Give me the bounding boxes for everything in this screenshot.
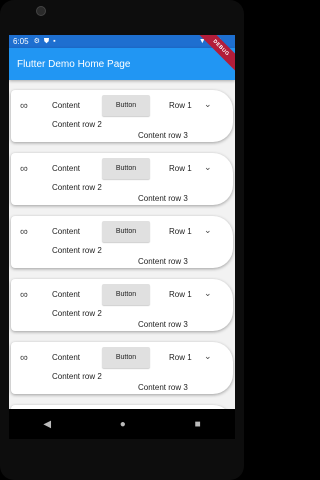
link-icon: ∞ bbox=[20, 352, 28, 364]
list-item: ∞ Content Button Row 1 ⌄ Content row 2 C… bbox=[11, 342, 233, 394]
status-time: 6:05 bbox=[13, 37, 29, 46]
screen: 6:05 ⚙ ⛊ ▪ ▼ ◢ ▮ Flutter Demo Home Page … bbox=[9, 35, 235, 409]
row1-label: Row 1 bbox=[169, 290, 192, 299]
phone-frame: 6:05 ⚙ ⛊ ▪ ▼ ◢ ▮ Flutter Demo Home Page … bbox=[0, 0, 244, 480]
content-label: Content bbox=[52, 101, 81, 110]
list-item: ∞ Content Button Row 1 ⌄ Content row 2 C… bbox=[11, 279, 233, 331]
content-row-2: Content row 2 bbox=[52, 309, 102, 318]
link-icon: ∞ bbox=[20, 100, 28, 112]
row1-label: Row 1 bbox=[169, 227, 192, 236]
card-button[interactable]: Button bbox=[102, 284, 150, 305]
chevron-down-icon[interactable]: ⌄ bbox=[204, 99, 212, 110]
row1-label: Row 1 bbox=[169, 353, 192, 362]
chevron-down-icon[interactable]: ⌄ bbox=[204, 162, 212, 173]
link-icon: ∞ bbox=[20, 226, 28, 238]
link-icon: ∞ bbox=[20, 289, 28, 301]
content-row-3: Content row 3 bbox=[138, 131, 188, 140]
content-row-2: Content row 2 bbox=[52, 120, 102, 129]
chevron-down-icon[interactable]: ⌄ bbox=[204, 288, 212, 299]
content-row-2: Content row 2 bbox=[52, 246, 102, 255]
row1-label: Row 1 bbox=[169, 101, 192, 110]
row1-label: Row 1 bbox=[169, 164, 192, 173]
link-icon: ∞ bbox=[20, 163, 28, 175]
content-label: Content bbox=[52, 227, 81, 236]
content-label: Content bbox=[52, 164, 81, 173]
shield-icon: ⛊ bbox=[43, 37, 50, 45]
card-button[interactable]: Button bbox=[102, 158, 150, 179]
content-row-3: Content row 3 bbox=[138, 194, 188, 203]
home-icon[interactable]: ● bbox=[120, 419, 126, 430]
app-bar: Flutter Demo Home Page DEBUG bbox=[9, 35, 235, 80]
content-row-2: Content row 2 bbox=[52, 183, 102, 192]
card-button[interactable]: Button bbox=[102, 221, 150, 242]
recents-icon[interactable]: ■ bbox=[195, 419, 201, 430]
content-row-3: Content row 3 bbox=[138, 257, 188, 266]
gear-icon: ⚙ bbox=[33, 37, 40, 45]
list-item: ∞ Content Button Row 1 ⌄ Content row 2 C… bbox=[11, 153, 233, 205]
content-label: Content bbox=[52, 353, 81, 362]
list-item: ∞ Content Button Row 1 ⌄ Content row 2 C… bbox=[11, 90, 233, 142]
card-button[interactable]: Button bbox=[102, 347, 150, 368]
back-icon[interactable]: ◀ bbox=[43, 419, 51, 430]
front-camera bbox=[36, 6, 46, 16]
navigation-bar: ◀ ● ■ bbox=[9, 409, 235, 439]
list-item: ∞ Content Button Row 1 ⌄ Content row 2 C… bbox=[11, 216, 233, 268]
content-row-3: Content row 3 bbox=[138, 320, 188, 329]
content-row-3: Content row 3 bbox=[138, 383, 188, 392]
page-title: Flutter Demo Home Page bbox=[17, 58, 131, 70]
card-button[interactable]: Button bbox=[102, 95, 150, 116]
chevron-down-icon[interactable]: ⌄ bbox=[204, 225, 212, 236]
content-row-2: Content row 2 bbox=[52, 372, 102, 381]
chevron-down-icon[interactable]: ⌄ bbox=[204, 351, 212, 362]
sd-card-icon: ▪ bbox=[53, 37, 56, 45]
content-label: Content bbox=[52, 290, 81, 299]
